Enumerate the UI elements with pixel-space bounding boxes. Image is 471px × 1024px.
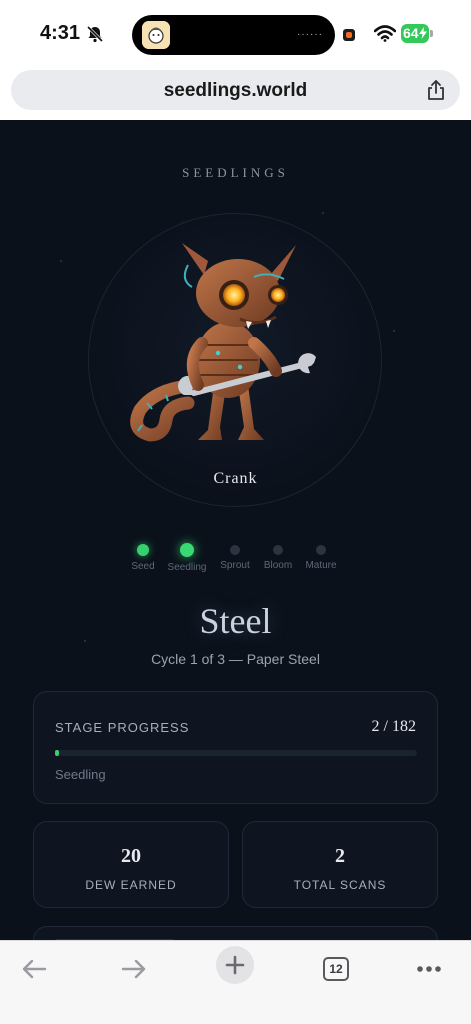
address-bar[interactable]: seedlings.world [11,70,460,110]
dynamic-island: ······ [132,15,335,55]
share-icon[interactable] [426,79,446,101]
recording-app-icon [142,21,170,49]
stage-dot [230,545,240,555]
progress-fill [55,750,59,756]
stage-dot [273,545,283,555]
stat-label: DEW EARNED [85,878,177,892]
brand-title: SEEDLINGS [182,165,289,180]
tabs-button[interactable]: 12 [316,949,356,989]
tabs-icon: 12 [323,957,349,981]
stat-card-dew: 20 DEW EARNED [33,821,229,908]
stat-label: TOTAL SCANS [293,878,387,892]
back-icon [22,959,47,979]
stage-label: Mature [305,560,337,571]
status-bar: 4:31 ······ 64 [0,0,471,64]
background-particle [60,260,62,262]
stage-progress-card: STAGE PROGRESS 2 / 182 Seedling [33,691,438,804]
stage-tracker: Seed Seedling Sprout Bloom Mature [0,543,471,584]
battery-tip [430,30,433,37]
progress-label: STAGE PROGRESS [55,720,190,735]
progress-stage-label: Seedling [55,767,106,782]
new-tab-button[interactable] [216,946,254,984]
plus-icon [225,955,245,975]
background-particle [393,330,395,332]
background-particle [322,212,324,214]
more-button[interactable] [409,949,449,989]
browser-address-area: seedlings.world [0,64,471,120]
forward-icon [121,959,146,979]
wifi-icon [374,25,396,42]
next-card-partial [33,926,438,940]
cycle-title: Steel [199,601,272,641]
web-page: SEEDLINGS Crank Seed Seedling Sprout Blo… [0,120,471,940]
stat-card-scans: 2 TOTAL SCANS [242,821,438,908]
stage-dot [316,545,326,555]
back-button[interactable] [14,949,54,989]
screen-recording-icon [343,29,355,41]
browser-toolbar: 12 [0,940,471,1024]
status-time: 4:31 [40,22,81,44]
stage-dot [180,543,194,557]
more-icon [417,966,441,972]
forward-button[interactable] [114,949,154,989]
island-dots: ······ [297,29,323,40]
creature-name: Crank [213,470,258,487]
stat-value: 20 [121,845,141,867]
stat-value: 2 [335,845,345,867]
creature-illustration[interactable] [128,235,328,455]
battery-charging-icon: 64 [401,24,429,43]
battery-level: 64 [403,25,419,41]
cycle-subtitle: Cycle 1 of 3 — Paper Steel [151,651,320,667]
stage-dot [137,544,149,556]
bell-slash-icon [86,25,104,43]
stage-mature: Mature [291,544,351,571]
progress-count: 2 / 182 [371,718,416,735]
progress-track [55,750,417,756]
url-text[interactable]: seedlings.world [11,80,460,102]
